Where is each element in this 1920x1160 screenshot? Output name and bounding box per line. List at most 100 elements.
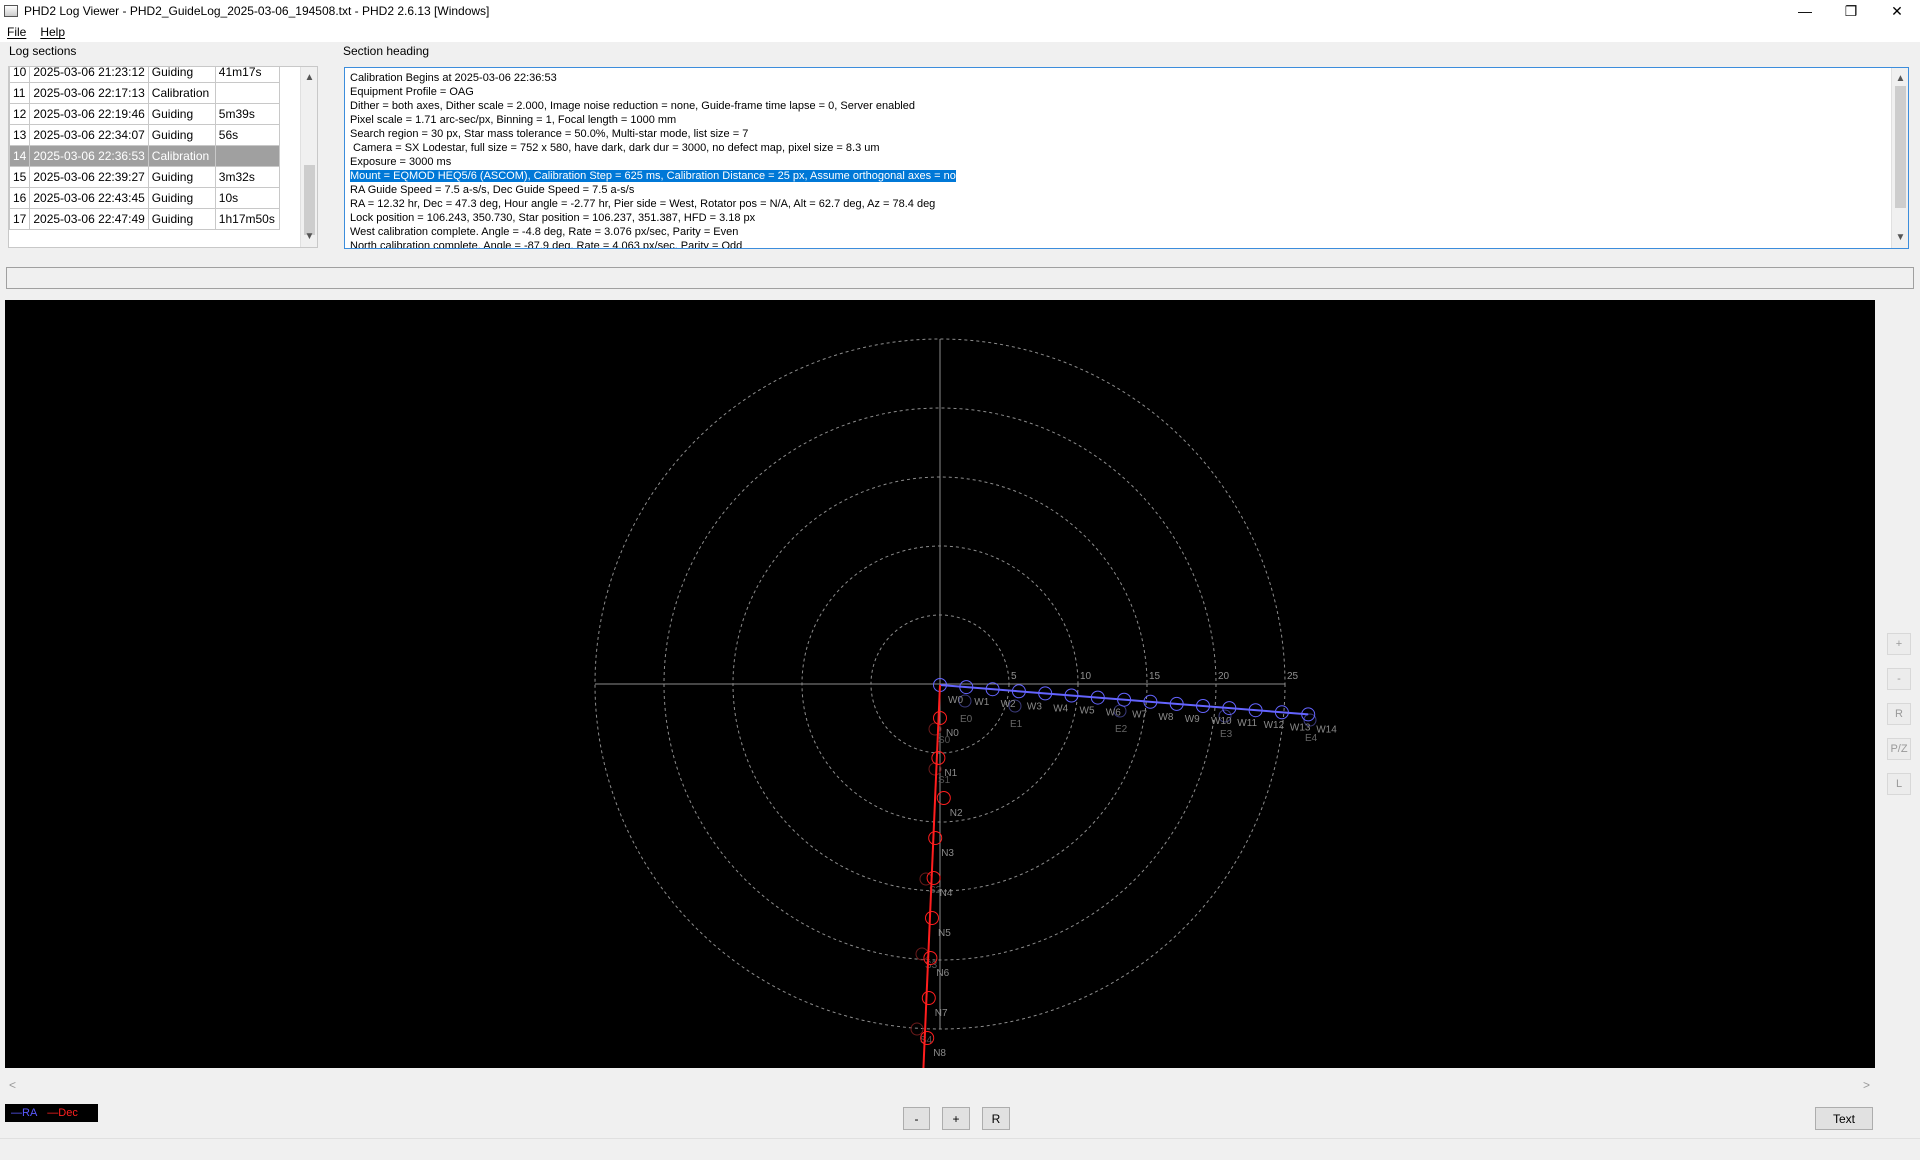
row-number: 12	[9, 103, 31, 125]
dec-point	[936, 791, 951, 805]
log-list-scrollbar[interactable]: ▲ ▼	[300, 67, 317, 247]
window-title: PHD2 Log Viewer - PHD2_GuideLog_2025-03-…	[24, 4, 490, 18]
row-type: Guiding	[147, 103, 216, 125]
scroll-right-icon[interactable]: >	[1863, 1078, 1870, 1092]
heading-line: North calibration complete. Angle = -87.…	[350, 239, 1888, 249]
log-section-row[interactable]: 13 2025-03-06 22:34:07 Guiding 56s	[9, 124, 280, 146]
minimize-icon[interactable]: —	[1782, 0, 1828, 22]
calibration-plot: 5 10 15 20 25E0 E1 E2 E3 E4S0S1S2S3S4W0 W1 W2 W3 W4 W…	[594, 338, 1337, 1068]
menu-help[interactable]: Help	[33, 25, 72, 39]
restore-icon[interactable]: ❐	[1828, 0, 1874, 22]
heading-line: Equipment Profile = OAG	[350, 85, 1888, 99]
row-type: Calibration	[147, 82, 216, 104]
heading-line-text: Dither = both axes, Dither scale = 2.000…	[350, 100, 915, 112]
scroll-up-icon[interactable]: ▲	[301, 69, 317, 86]
scroll-up-icon[interactable]: ▲	[1892, 70, 1908, 87]
menu-file[interactable]: File	[0, 25, 33, 39]
row-duration: 56s	[214, 124, 280, 146]
ring-label: 25	[1287, 671, 1299, 682]
scroll-down-icon[interactable]: ▼	[1892, 229, 1908, 246]
south-point	[915, 947, 929, 961]
scroll-thumb[interactable]	[304, 165, 315, 235]
row-duration	[214, 82, 280, 104]
ring-label: 10	[1080, 671, 1092, 682]
log-section-row[interactable]: 10 2025-03-06 21:23:12 Guiding 41m17s	[9, 67, 280, 83]
heading-line: Lock position = 106.243, 350.730, Star p…	[350, 211, 1888, 225]
row-duration: 41m17s	[214, 67, 280, 83]
zoom-out-side-button[interactable]: -	[1887, 668, 1911, 690]
log-section-row[interactable]: 16 2025-03-06 22:43:45 Guiding 10s	[9, 187, 280, 209]
heading-line: West calibration complete. Angle = -4.8 …	[350, 225, 1888, 239]
log-section-row[interactable]: 17 2025-03-06 22:47:49 Guiding 1h17m50s	[9, 208, 280, 230]
row-number: 13	[9, 124, 31, 146]
zoom-in-side-button[interactable]: +	[1887, 633, 1911, 655]
heading-line-text: Camera = SX Lodestar, full size = 752 x …	[350, 142, 880, 154]
heading-line-text: West calibration complete. Angle = -4.8 …	[350, 226, 739, 238]
log-section-row[interactable]: 15 2025-03-06 22:39:27 Guiding 3m32s	[9, 166, 280, 188]
scroll-thumb[interactable]	[1895, 86, 1906, 208]
row-duration: 10s	[214, 187, 280, 209]
ring-label: 5	[1011, 671, 1017, 682]
row-type: Guiding	[147, 124, 216, 146]
window-controls: — ❐ ✕	[1782, 0, 1920, 22]
graph-legend: —RA —Dec	[5, 1104, 98, 1122]
dec-point	[926, 871, 941, 885]
heading-line: Camera = SX Lodestar, full size = 752 x …	[350, 141, 1888, 155]
section-heading-text[interactable]: Calibration Begins at 2025-03-06 22:36:5…	[344, 67, 1909, 249]
pz-side-button[interactable]: P/Z	[1887, 738, 1911, 760]
dec-label: N1	[944, 768, 957, 779]
text-button[interactable]: Text	[1815, 1107, 1873, 1130]
log-sections-label: Log sections	[9, 44, 77, 58]
log-section-row[interactable]: 12 2025-03-06 22:19:46 Guiding 5m39s	[9, 103, 280, 125]
row-time: 2025-03-06 22:34:07	[29, 124, 149, 146]
dec-label: N8	[933, 1048, 946, 1059]
row-duration: 1h17m50s	[214, 208, 280, 230]
east-label: E3	[1220, 729, 1233, 740]
log-section-row[interactable]: 14 2025-03-06 22:36:53 Calibration	[9, 145, 280, 167]
scroll-down-icon[interactable]: ▼	[301, 228, 317, 245]
reset-side-button[interactable]: R	[1887, 703, 1911, 725]
log-sections-list[interactable]: 10 2025-03-06 21:23:12 Guiding 41m17s 11 2025…	[8, 66, 318, 248]
scroll-left-icon[interactable]: <	[9, 1078, 16, 1092]
heading-line-text: North calibration complete. Angle = -87.…	[350, 240, 743, 249]
row-time: 2025-03-06 22:17:13	[29, 82, 149, 104]
row-time: 2025-03-06 22:43:45	[29, 187, 149, 209]
heading-scrollbar[interactable]: ▲ ▼	[1891, 68, 1908, 248]
close-icon[interactable]: ✕	[1874, 0, 1920, 22]
ring-label: 20	[1218, 671, 1230, 682]
menu-bar: File Help	[0, 22, 1920, 42]
heading-line-text: Equipment Profile = OAG	[350, 86, 474, 98]
heading-line-text: RA = 12.32 hr, Dec = 47.3 deg, Hour angl…	[350, 198, 936, 210]
reset-button[interactable]: R	[982, 1107, 1010, 1130]
zoom-out-button[interactable]: -	[903, 1107, 930, 1130]
legend-dec: —Dec	[47, 1107, 78, 1119]
title-bar: PHD2 Log Viewer - PHD2_GuideLog_2025-03-…	[0, 0, 1920, 22]
ra-label: W5	[1080, 706, 1095, 717]
row-time: 2025-03-06 22:47:49	[29, 208, 149, 230]
row-number: 17	[9, 208, 31, 230]
heading-line: Search region = 30 px, Star mass toleran…	[350, 127, 1888, 141]
info-field	[6, 267, 1914, 289]
log-section-row[interactable]: 11 2025-03-06 22:17:13 Calibration	[9, 82, 280, 104]
ra-fit-line	[939, 684, 1309, 716]
row-number: 11	[9, 82, 31, 104]
heading-line: Calibration Begins at 2025-03-06 22:36:5…	[350, 71, 1888, 85]
ra-label: W6	[1106, 708, 1121, 719]
ra-label: W4	[1053, 703, 1068, 714]
row-type: Guiding	[147, 67, 216, 83]
row-number: 15	[9, 166, 31, 188]
zoom-in-button[interactable]: +	[942, 1107, 970, 1130]
ra-label: W7	[1132, 710, 1147, 721]
dec-point	[921, 991, 936, 1005]
heading-line: RA Guide Speed = 7.5 a-s/s, Dec Guide Sp…	[350, 183, 1888, 197]
ra-label: W13	[1290, 722, 1311, 733]
ra-label: W11	[1237, 718, 1257, 729]
calibration-graph[interactable]: 5 10 15 20 25 E0 E1 E2 E3 E4 S0 S1 S2 S3 S4 W0 W1 W2 W3 W4 W…	[5, 300, 1875, 1068]
ra-label: W0	[948, 695, 963, 706]
row-time: 2025-03-06 21:23:12	[29, 67, 149, 83]
row-type: Guiding	[147, 187, 216, 209]
dec-label: N7	[935, 1008, 948, 1019]
l-side-button[interactable]: L	[1887, 773, 1911, 795]
east-label: E1	[1010, 719, 1023, 730]
heading-line: Mount = EQMOD HEQ5/6 (ASCOM), Calibratio…	[350, 169, 1888, 183]
